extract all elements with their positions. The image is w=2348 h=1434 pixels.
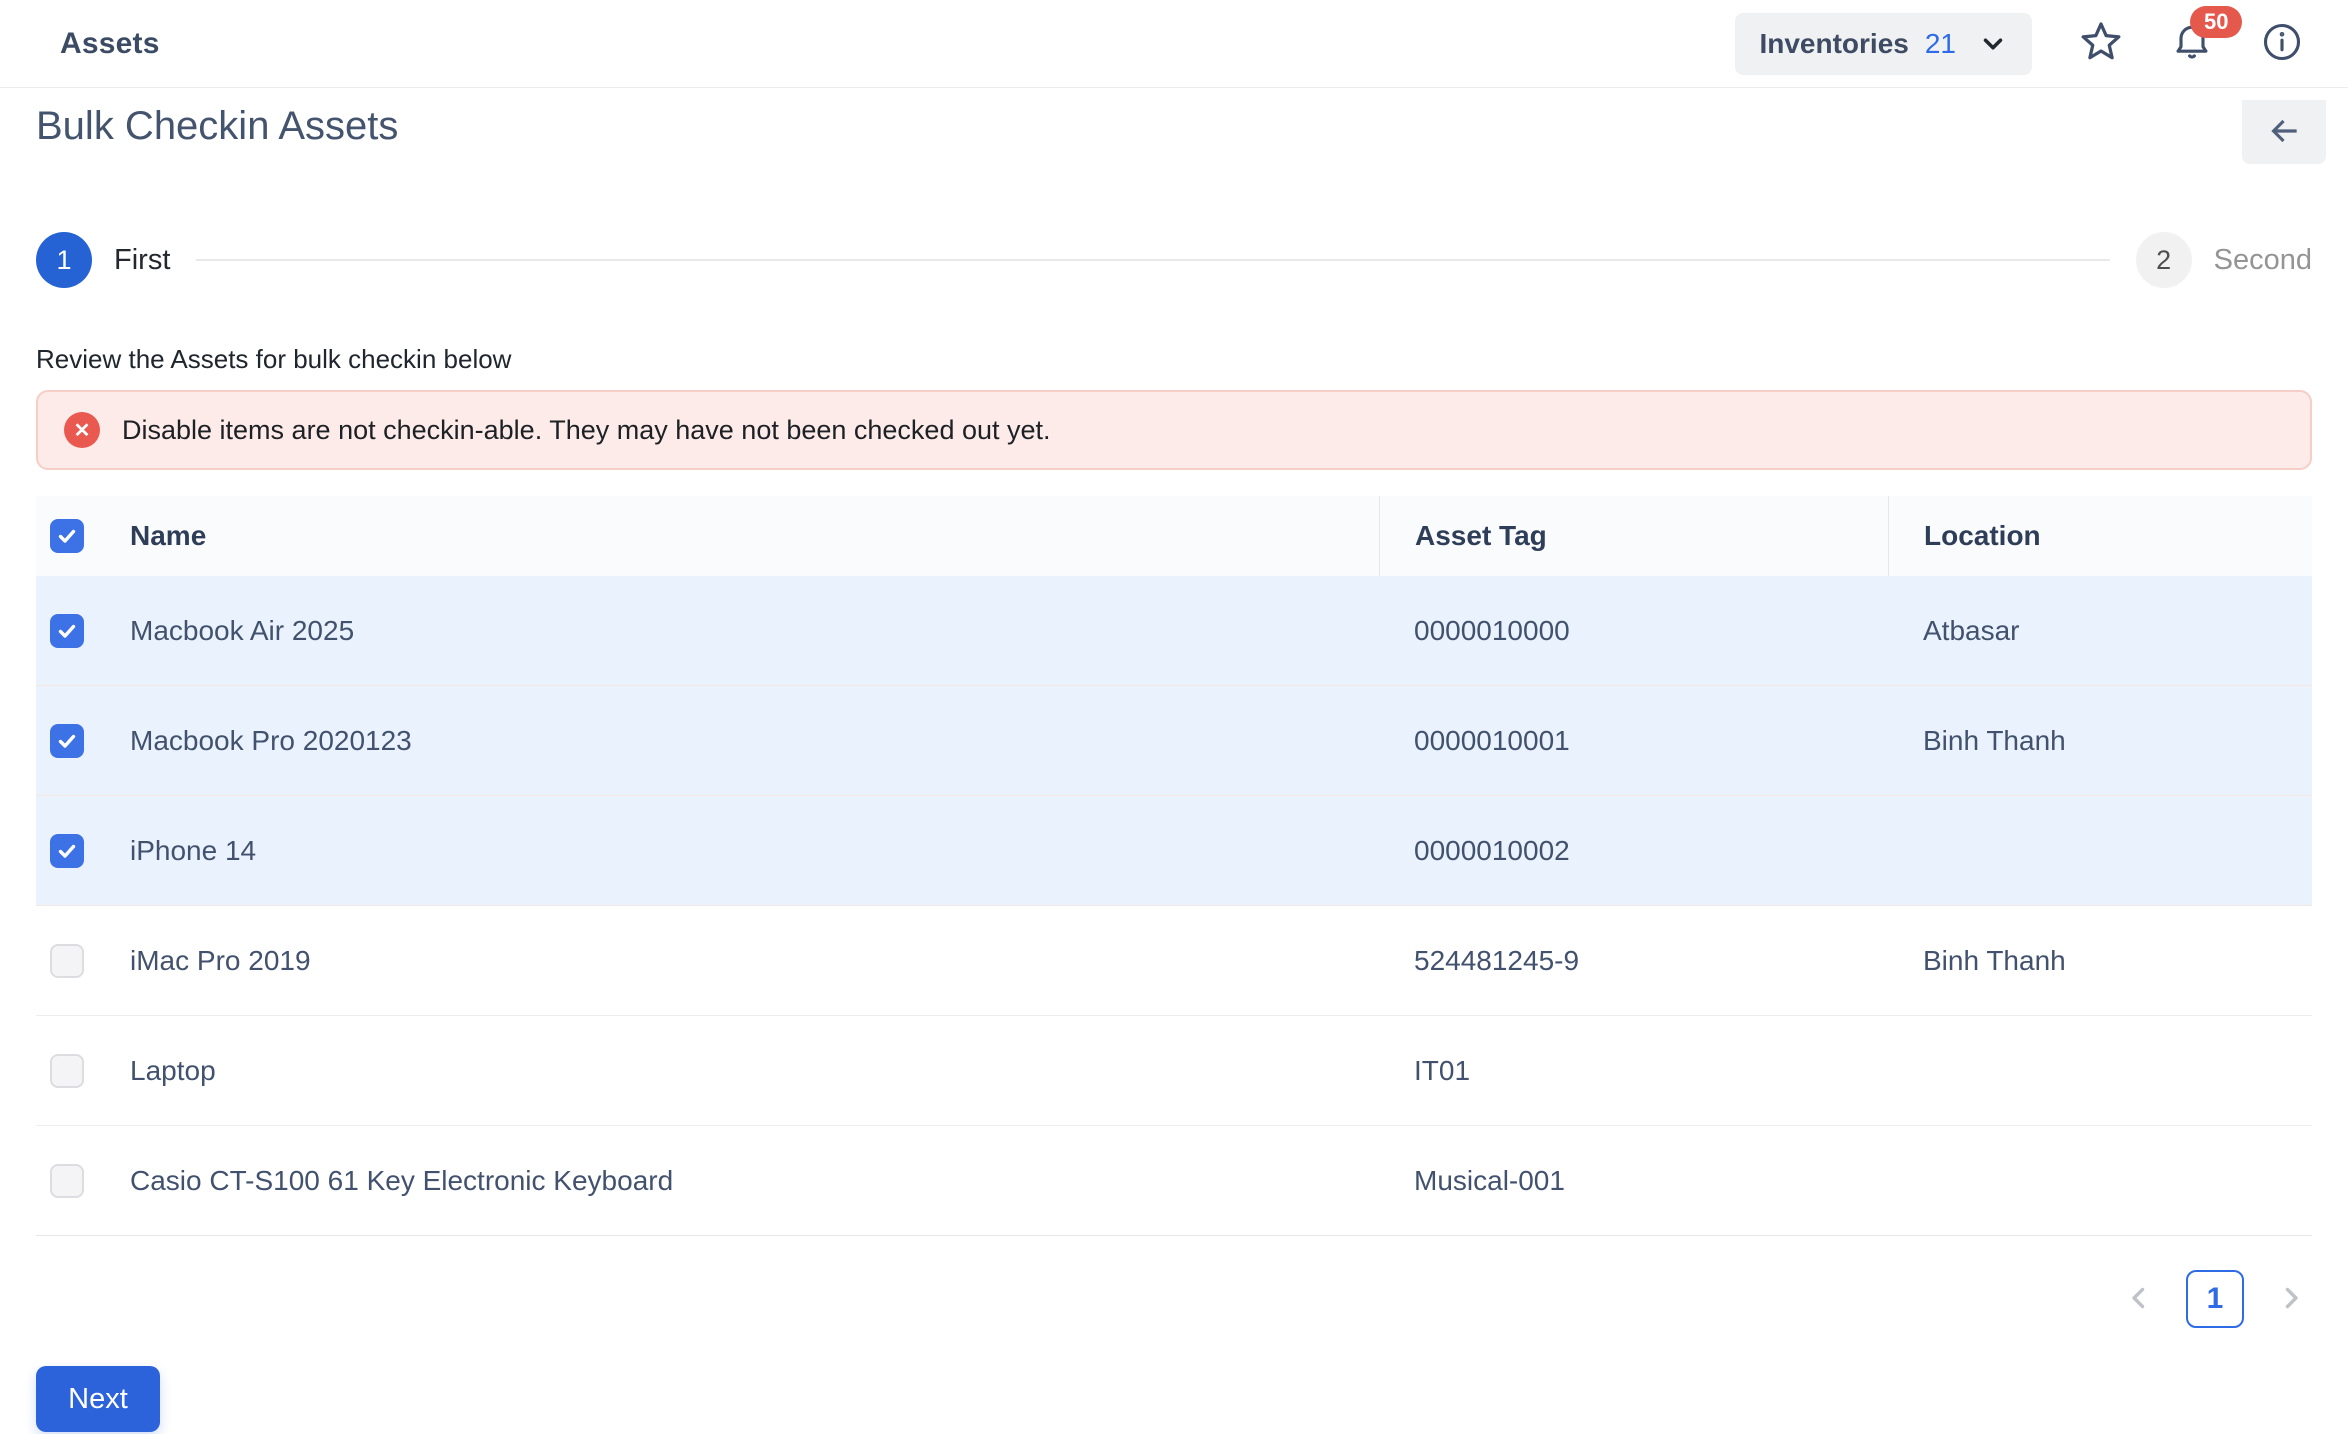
notifications-button[interactable]: 50 [2170,20,2214,67]
next-page-button[interactable] [2274,1281,2308,1318]
row-asset-tag: 524481245-9 [1379,945,1888,977]
stepper: 1 First 2 Second [36,232,2312,288]
row-name: iPhone 14 [130,835,1379,867]
row-checkbox-cell [36,834,130,868]
row-checkbox-cell [36,944,130,978]
chevron-right-icon [2274,1281,2308,1318]
favorite-button[interactable] [2078,19,2124,68]
row-asset-tag: 0000010000 [1379,615,1888,647]
row-checkbox[interactable] [50,1164,84,1198]
error-alert-message: Disable items are not checkin-able. They… [122,415,1051,446]
inventories-count: 21 [1925,28,1956,60]
error-icon: ✕ [64,412,100,448]
table-header-row: Name Asset Tag Location [36,496,2312,576]
row-asset-tag: 0000010002 [1379,835,1888,867]
select-all-cell [36,519,130,553]
row-location: Binh Thanh [1888,945,2312,977]
row-location: Atbasar [1888,615,2312,647]
chevron-down-icon [1978,29,2008,59]
review-instruction: Review the Assets for bulk checkin below [36,344,2312,375]
select-all-checkbox[interactable] [50,519,84,553]
column-header-location[interactable]: Location [1888,496,2312,576]
row-location: Binh Thanh [1888,725,2312,757]
row-checkbox[interactable] [50,724,84,758]
chevron-left-icon [2122,1281,2156,1318]
row-checkbox-cell [36,724,130,758]
row-checkbox-cell [36,1164,130,1198]
step-first-number: 1 [36,232,92,288]
column-header-asset-tag[interactable]: Asset Tag [1379,496,1888,576]
inventories-dropdown[interactable]: Inventories 21 [1735,13,2032,75]
row-name: Macbook Pro 2020123 [130,725,1379,757]
row-name: Casio CT-S100 61 Key Electronic Keyboard [130,1165,1379,1197]
column-header-name[interactable]: Name [130,520,1379,552]
row-asset-tag: Musical-001 [1379,1165,1888,1197]
step-first-label: First [114,244,170,277]
error-alert: ✕ Disable items are not checkin-able. Th… [36,390,2312,470]
topbar-actions: Inventories 21 50 [1735,13,2304,75]
app-title: Assets [60,27,160,61]
table-row: LaptopIT01 [36,1016,2312,1126]
main-content: Bulk Checkin Assets 1 First 2 Second Rev… [0,104,2348,1432]
star-icon [2078,19,2124,68]
top-bar: Assets Inventories 21 50 [0,0,2348,88]
table-row: Macbook Air 20250000010000Atbasar [36,576,2312,686]
table-row: iPhone 140000010002 [36,796,2312,906]
info-icon [2260,20,2304,67]
back-button[interactable] [2242,100,2326,164]
table-row: Macbook Pro 20201230000010001Binh Thanh [36,686,2312,796]
row-checkbox-cell [36,1054,130,1088]
step-second-number: 2 [2136,232,2192,288]
checkmark-icon [55,729,79,753]
table-row: iMac Pro 2019524481245-9Binh Thanh [36,906,2312,1016]
inventories-label: Inventories [1759,28,1908,60]
table-row: Casio CT-S100 61 Key Electronic Keyboard… [36,1126,2312,1236]
checkmark-icon [55,619,79,643]
previous-page-button[interactable] [2122,1281,2156,1318]
row-name: Macbook Air 2025 [130,615,1379,647]
row-checkbox[interactable] [50,1054,84,1088]
page-title: Bulk Checkin Assets [36,104,2312,149]
assets-table: Name Asset Tag Location Macbook Air 2025… [36,496,2312,1236]
row-checkbox-cell [36,614,130,648]
page-header: Bulk Checkin Assets [36,104,2312,168]
checkmark-icon [55,839,79,863]
row-asset-tag: 0000010001 [1379,725,1888,757]
checkmark-icon [55,524,79,548]
page-number-button[interactable]: 1 [2186,1270,2244,1328]
step-second-label: Second [2214,244,2312,277]
stepper-connector [196,259,2109,261]
table-body: Macbook Air 20250000010000AtbasarMacbook… [36,576,2312,1236]
notification-count-badge: 50 [2190,6,2242,38]
row-name: iMac Pro 2019 [130,945,1379,977]
next-button[interactable]: Next [36,1366,160,1432]
row-checkbox[interactable] [50,614,84,648]
info-button[interactable] [2260,20,2304,67]
row-asset-tag: IT01 [1379,1055,1888,1087]
pagination: 1 [36,1270,2312,1328]
row-checkbox[interactable] [50,944,84,978]
row-name: Laptop [130,1055,1379,1087]
step-second: 2 Second [2136,232,2312,288]
arrow-left-icon [2265,112,2303,153]
row-checkbox[interactable] [50,834,84,868]
step-first: 1 First [36,232,170,288]
